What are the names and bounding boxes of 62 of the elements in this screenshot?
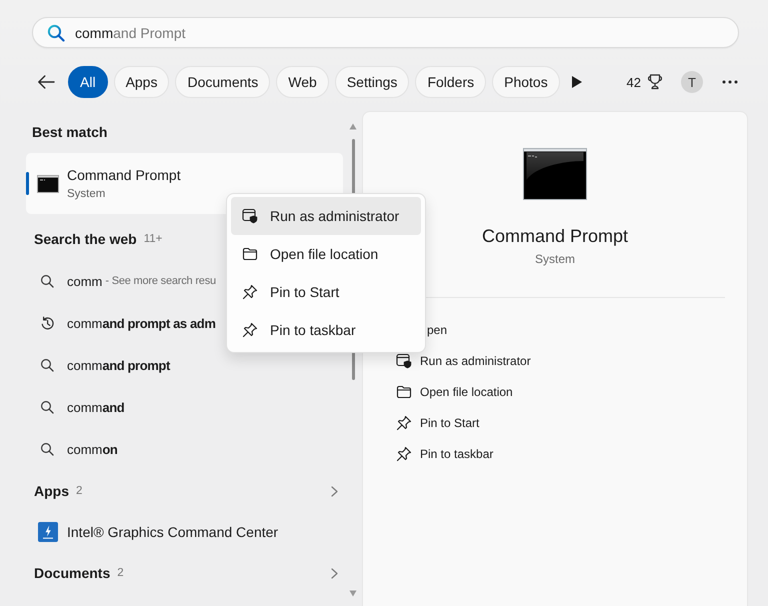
preview-subtitle: System [534, 251, 575, 267]
preview-title: Command Prompt [482, 225, 628, 248]
scroll-up-icon[interactable] [349, 123, 357, 130]
action-link[interactable]: Open file location [396, 384, 513, 398]
filter-tab[interactable]: All [68, 66, 108, 98]
search-icon [40, 442, 55, 456]
more-icon[interactable] [722, 80, 738, 84]
selection-bar [26, 172, 29, 195]
terminal-icon [37, 174, 59, 192]
search-icon [40, 274, 55, 288]
result-count: 2 [76, 485, 82, 497]
menu-item[interactable]: Run as administrator [231, 197, 421, 235]
app-result[interactable]: Intel® Graphics Command Center [38, 522, 278, 542]
search-suggestion[interactable]: common [40, 442, 118, 456]
filter-tab[interactable]: Folders [415, 66, 486, 98]
menu-item[interactable]: Open file location [231, 235, 421, 273]
play-icon[interactable] [572, 76, 582, 88]
filter-tab[interactable]: Apps [114, 66, 170, 98]
search-suggestion[interactable]: command prompt [40, 358, 170, 372]
scroll-down-icon[interactable] [349, 590, 357, 597]
chevron-right-icon[interactable] [331, 486, 338, 496]
section-heading: Best match [32, 124, 108, 140]
menu-item[interactable]: Pin to Start [231, 273, 421, 311]
pin-icon [242, 322, 258, 338]
result-count: 11+ [144, 233, 162, 245]
recent-search[interactable]: command prompt as adm [40, 316, 216, 330]
app-tile-icon [38, 522, 58, 542]
search-suggestion[interactable]: comm - See more search resu [40, 274, 216, 288]
folder-icon [242, 247, 258, 261]
action-link[interactable]: Pin to Start [396, 414, 480, 430]
shield-window-icon [396, 352, 412, 368]
back-arrow-icon[interactable] [37, 75, 55, 89]
result-count: 2 [117, 567, 124, 579]
trophy-icon [648, 74, 662, 90]
action-link[interactable]: pen [427, 322, 448, 336]
search-suggestion[interactable]: command [40, 400, 124, 414]
section-heading: Apps [34, 483, 69, 499]
action-link[interactable]: Pin to taskbar [396, 446, 494, 462]
pin-icon [396, 414, 412, 430]
search-icon [40, 358, 55, 372]
result-subtitle: System [67, 186, 106, 202]
search-field[interactable]: command Prompt [32, 17, 739, 48]
shield-window-icon [242, 208, 258, 224]
action-link[interactable]: Run as administrator [396, 352, 531, 368]
filter-tab[interactable]: Web [276, 66, 329, 98]
folder-icon [396, 384, 412, 398]
pin-icon [242, 284, 258, 300]
filter-tab[interactable]: Documents [175, 66, 270, 98]
search-icon [40, 400, 55, 414]
filter-tab[interactable]: Photos [492, 66, 560, 98]
section-heading: Search the web [34, 231, 137, 247]
chevron-right-icon[interactable] [331, 568, 338, 578]
pin-icon [396, 446, 412, 462]
history-icon [40, 316, 55, 330]
avatar-button[interactable]: T [681, 71, 703, 93]
filter-tab[interactable]: Settings [334, 66, 410, 98]
search-icon [47, 24, 65, 42]
section-heading: Documents [34, 565, 110, 581]
result-title: Command Prompt [67, 166, 181, 184]
menu-item[interactable]: Pin to taskbar [231, 311, 421, 349]
terminal-window-icon [523, 148, 587, 200]
points-count: 42 [626, 74, 641, 90]
